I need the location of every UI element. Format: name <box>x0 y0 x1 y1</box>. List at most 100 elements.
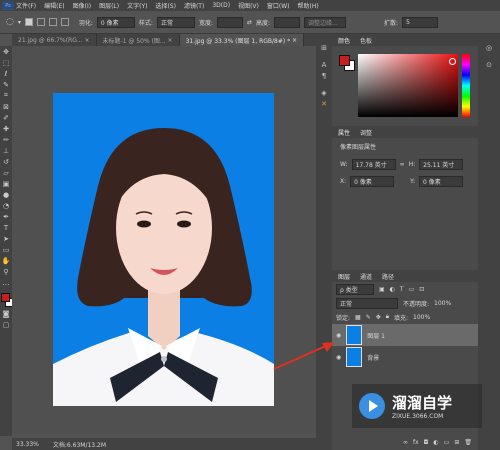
zoom-tool-icon[interactable]: ⚲ <box>0 266 12 277</box>
menu-select[interactable]: 选择(S) <box>155 1 176 10</box>
tab-properties[interactable]: 属性 <box>338 128 350 137</box>
color-picker-cursor[interactable] <box>449 58 456 65</box>
layer-name[interactable]: 图层 1 <box>367 331 385 340</box>
layer-name[interactable]: 背景 <box>367 353 379 362</box>
style-select[interactable]: 正常 <box>156 16 195 28</box>
eyedropper-icon[interactable]: ✐ <box>0 112 12 123</box>
frame-tool-icon[interactable]: ⊠ <box>0 101 12 112</box>
menu-edit[interactable]: 编辑(E) <box>44 1 64 10</box>
filter-type-icon[interactable]: T <box>400 286 404 293</box>
lasso-tool-icon[interactable]: ℓ <box>0 68 12 79</box>
tab-untitled-1[interactable]: 未标题-1 @ 50% (图... × <box>97 34 180 46</box>
filter-adjust-icon[interactable]: ◐ <box>390 286 395 293</box>
quick-select-icon[interactable]: ✎ <box>0 79 12 90</box>
pen-icon[interactable]: ✒ <box>0 211 12 222</box>
menu-help[interactable]: 帮助(H) <box>298 1 319 10</box>
adjustment-layer-icon[interactable]: ◐ <box>433 439 438 446</box>
tab-adjustments[interactable]: 调整 <box>360 128 372 137</box>
history-icon[interactable]: ⊞ <box>316 42 332 53</box>
refine-edge-button[interactable]: 调整边缘... <box>304 16 347 28</box>
blur-icon[interactable]: ● <box>0 189 12 200</box>
width-field[interactable]: 17.78 英寸 <box>351 159 396 170</box>
3d-icon[interactable]: ◈ <box>316 87 332 98</box>
tab-21-jpg[interactable]: 21.jpg @ 66.7%(RG... × <box>12 34 97 46</box>
add-selection-icon[interactable] <box>36 18 45 26</box>
link-layers-icon[interactable]: ∞ <box>403 439 408 446</box>
document-photo[interactable] <box>12 46 316 434</box>
height-input[interactable] <box>274 16 301 28</box>
gradient-icon[interactable]: ▣ <box>0 178 12 189</box>
lock-pixels-icon[interactable]: ▦ <box>355 314 361 321</box>
zoom-level[interactable]: 33.33% <box>16 441 39 448</box>
marquee-tool-icon[interactable]: ⬚ <box>0 57 12 68</box>
clone-stamp-icon[interactable]: ⊥ <box>0 145 12 156</box>
height-field[interactable]: 25.11 英寸 <box>419 159 464 170</box>
quick-mask-icon[interactable]: ◙ <box>0 308 12 319</box>
lock-position-icon[interactable]: ✥ <box>376 314 381 321</box>
menu-layer[interactable]: 图层(L) <box>99 1 119 10</box>
paragraph-icon[interactable]: ¶ <box>316 70 332 81</box>
x-field[interactable]: 0 像素 <box>350 176 395 187</box>
tab-color[interactable]: 颜色 <box>338 36 350 45</box>
path-select-icon[interactable]: ➤ <box>0 233 12 244</box>
foreground-swatch[interactable] <box>339 55 350 66</box>
color-field[interactable] <box>358 54 458 117</box>
menu-type[interactable]: 文字(Y) <box>127 1 147 10</box>
preset-dropdown-icon[interactable]: ▾ <box>18 19 21 26</box>
add-mask-icon[interactable]: ◘ <box>424 439 429 446</box>
layer-filter-select[interactable]: ρ 类型 <box>336 283 374 295</box>
feather-input[interactable]: 0 像素 <box>96 16 135 28</box>
character-icon[interactable]: A <box>316 59 332 70</box>
marquee-tool-icon[interactable]: ◌ <box>6 17 14 27</box>
filter-smart-icon[interactable]: ⊡ <box>419 286 424 293</box>
healing-brush-icon[interactable]: ✚ <box>0 123 12 134</box>
menu-view[interactable]: 视图(V) <box>238 1 259 10</box>
menu-file[interactable]: 文件(F) <box>16 1 36 10</box>
link-icon[interactable]: ∞ <box>400 161 405 168</box>
foreground-color-swatch[interactable] <box>1 293 10 302</box>
blend-mode-select[interactable]: 正常 <box>336 297 398 309</box>
hand-tool-icon[interactable]: ✋ <box>0 255 12 266</box>
lock-all-icon[interactable]: 🔒︎ <box>386 313 389 321</box>
menu-image[interactable]: 图像(I) <box>73 1 91 10</box>
history-brush-icon[interactable]: ↺ <box>0 156 12 167</box>
intersect-selection-icon[interactable] <box>60 18 69 26</box>
move-tool-icon[interactable]: ✥ <box>0 46 12 57</box>
rectangle-tool-icon[interactable]: ▭ <box>0 244 12 255</box>
tab-channels[interactable]: 通道 <box>360 272 372 281</box>
type-tool-icon[interactable]: T <box>0 222 12 233</box>
tab-swatches[interactable]: 色板 <box>360 36 372 45</box>
layer-row-background[interactable]: ◉ 背景 <box>332 346 478 368</box>
menu-window[interactable]: 窗口(W) <box>267 1 290 10</box>
y-field[interactable]: 0 像素 <box>419 176 464 187</box>
opacity-value[interactable]: 100% <box>434 300 451 307</box>
crop-tool-icon[interactable]: ⌗ <box>0 90 12 101</box>
subtract-selection-icon[interactable] <box>48 18 57 26</box>
menu-filter[interactable]: 滤镜(T) <box>184 1 204 10</box>
fill-value[interactable]: 100% <box>413 314 430 321</box>
brush-tool-icon[interactable]: ✏ <box>0 134 12 145</box>
canvas-area[interactable] <box>12 46 316 434</box>
new-group-icon[interactable]: ▭ <box>444 439 450 446</box>
new-layer-icon[interactable]: ⊞ <box>454 439 459 446</box>
trash-icon[interactable]: 🗑︎ <box>464 439 472 446</box>
tab-31-jpg[interactable]: 31.jpg @ 33.3% (图层 1, RGB/8#) * × <box>179 34 305 46</box>
fx-icon[interactable]: fx <box>413 439 419 446</box>
hue-slider[interactable] <box>462 54 470 117</box>
learn-icon[interactable]: ◎ <box>478 42 500 53</box>
expand-input[interactable]: 5 <box>402 16 439 28</box>
lock-image-icon[interactable]: ✎ <box>366 314 371 321</box>
tab-layers[interactable]: 图层 <box>338 272 350 281</box>
tab-paths[interactable]: 路径 <box>382 272 394 281</box>
width-input[interactable] <box>216 16 243 28</box>
filter-pixel-icon[interactable]: ▣ <box>379 286 385 293</box>
more-tools-icon[interactable]: … <box>0 277 12 288</box>
eraser-icon[interactable]: ▱ <box>0 167 12 178</box>
tools-preset-icon[interactable]: ✕ <box>316 98 332 109</box>
menu-3d[interactable]: 3D(D) <box>212 2 230 9</box>
filter-shape-icon[interactable]: ▭ <box>409 286 415 293</box>
swap-icon[interactable]: ⇄ <box>247 19 252 26</box>
layer-row-1[interactable]: ◉ 图层 1 <box>332 324 478 346</box>
screen-mode-icon[interactable]: ▢ <box>0 319 12 330</box>
new-selection-icon[interactable] <box>24 18 33 26</box>
